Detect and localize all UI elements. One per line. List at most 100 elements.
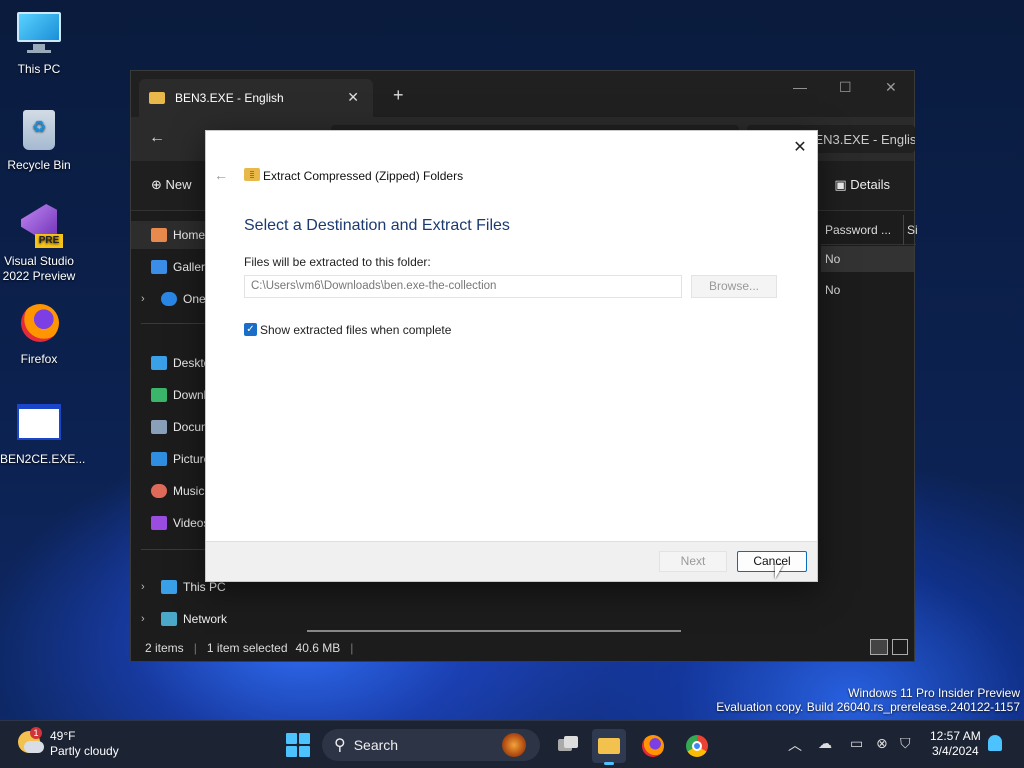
details-button-label: Details [850,177,890,192]
watermark-edition: Windows 11 Pro Insider Preview [848,686,1020,700]
search-icon: ⚲ [334,737,346,754]
table-row-password-cell: No [825,252,841,266]
show-files-checkbox[interactable]: ✓ [244,323,257,336]
network-disconnected-icon[interactable]: ⊗ [876,735,888,752]
task-view-button[interactable] [550,729,584,763]
start-button[interactable] [286,733,310,757]
details-view-icon[interactable] [870,639,888,655]
table-row-password-cell: No [825,283,841,297]
horizontal-scrollbar[interactable] [307,630,681,632]
taskbar-search-box[interactable]: ⚲ Search [322,729,540,761]
status-item-count: 2 items [145,641,184,655]
desktop-icon-label: BEN2CE.EXE... [0,452,86,466]
gallery-icon [151,260,167,274]
document-icon [151,420,167,434]
explorer-titlebar: BEN3.EXE - English ✕ + — ☐ ✕ [131,71,914,117]
pre-badge: PRE [35,234,63,248]
security-shield-icon[interactable]: ⛉ [900,735,911,752]
taskbar: 1 49°F Partly cloudy ⚲ Search ︿ ☁ ▭ ⊗ ⛉ … [0,720,1024,768]
taskbar-search-label: Search [353,737,399,753]
extract-wizard-dialog: ✕ ← Extract Compressed (Zipped) Folders … [205,130,818,582]
onedrive-offline-icon[interactable]: ☁ [818,735,832,752]
tiles-view-icon[interactable] [892,639,908,655]
browse-button[interactable]: Browse... [691,275,777,298]
explorer-tab[interactable]: BEN3.EXE - English ✕ [139,79,373,117]
network-icon [161,612,177,626]
destination-path-input[interactable]: C:\Users\vm6\Downloads\ben.exe-the-colle… [244,275,682,298]
desktop-icon-label: This PC [17,62,61,76]
status-bar: 2 items | 1 item selected 40.6 MB | [131,635,914,661]
weather-description: Partly cloudy [50,744,119,758]
new-tab-button[interactable]: + [393,85,404,106]
folder-icon [598,738,620,754]
desktop-icon-this-pc[interactable]: This PC [0,10,78,77]
chrome-icon [686,735,708,757]
minimize-icon[interactable]: — [793,79,807,95]
show-hidden-icons-chevron-icon[interactable]: ︿ [788,735,802,755]
taskbar-file-explorer[interactable] [592,729,626,765]
zipped-folder-icon [244,168,260,181]
close-tab-icon[interactable]: ✕ [347,89,359,106]
partly-cloudy-icon: 1 [18,727,44,753]
weather-widget[interactable]: 1 49°F Partly cloudy [18,727,119,759]
page-title: Select a Destination and Extract Files [244,217,510,234]
column-divider [903,215,904,245]
taskbar-chrome[interactable] [680,729,714,763]
back-arrow-icon[interactable]: ← [214,167,228,183]
cancel-button[interactable]: Cancel [737,551,807,572]
notification-bell-icon[interactable] [988,735,1002,751]
recycle-bin-icon: ♻ [15,106,63,154]
column-header-password[interactable]: Password ... [825,223,891,237]
status-separator: | [350,641,354,655]
column-header-size[interactable]: Si [907,223,918,237]
next-button[interactable]: Next [659,551,727,572]
details-button[interactable]: ▣ Details [834,177,890,193]
back-arrow-icon[interactable]: ← [149,129,165,147]
chevron-right-icon[interactable]: › [141,581,155,593]
videos-icon [151,516,167,530]
close-window-icon[interactable]: ✕ [885,79,897,96]
wizard-title: Extract Compressed (Zipped) Folders [263,169,464,183]
desktop-icon [151,356,167,370]
monitor-icon [15,10,63,58]
clock-date: 3/4/2024 [931,744,979,758]
desktop-icon-label: Visual Studio 2022 Preview [2,254,76,283]
status-separator: | [193,641,197,655]
mouse-cursor-icon [775,565,783,579]
application-window-icon [15,400,63,448]
new-button[interactable]: ⊕ New [151,177,192,193]
file-list-header: Password ... Si [821,215,918,245]
destination-label: Files will be extracted to this folder: [244,255,431,269]
desktop-icon-firefox[interactable]: Firefox [0,300,78,367]
sidebar-item-network[interactable]: › Network [131,605,281,633]
desktop-icon-ben2ce[interactable]: BEN2CE.EXE... [0,400,86,467]
desktop-icon-label: Firefox [20,352,58,366]
download-icon [151,388,167,402]
search-highlight-icon [502,733,526,757]
visual-studio-icon: PRE [15,202,63,250]
firefox-icon [15,300,63,348]
chevron-right-icon[interactable]: › [141,613,155,625]
sidebar-item-label: Videos [173,516,210,530]
watermark-build: Evaluation copy. Build 26040.rs_prerelea… [716,700,1020,714]
tab-title: BEN3.EXE - English [175,91,284,105]
folder-icon [149,92,165,104]
system-clock[interactable]: 12:57 AM 3/4/2024 [930,729,981,759]
show-files-checkbox-label[interactable]: Show extracted files when complete [260,323,451,337]
maximize-icon[interactable]: ☐ [839,79,852,96]
desktop-icon-label: Recycle Bin [7,158,71,172]
home-icon [151,228,167,242]
close-icon[interactable]: ✕ [791,137,809,157]
clock-time: 12:57 AM [930,729,981,743]
display-icon[interactable]: ▭ [850,735,863,752]
music-icon [151,484,167,498]
computer-icon [161,580,177,594]
desktop-icon-recycle-bin[interactable]: ♻ Recycle Bin [0,106,78,173]
firefox-icon [642,735,664,757]
taskbar-firefox[interactable] [636,729,670,763]
chevron-right-icon[interactable]: › [141,293,155,305]
desktop-icon-visual-studio[interactable]: PRE Visual Studio 2022 Preview [0,202,78,284]
cloud-icon [161,292,177,306]
sidebar-item-label: This PC [183,580,226,594]
pictures-icon [151,452,167,466]
